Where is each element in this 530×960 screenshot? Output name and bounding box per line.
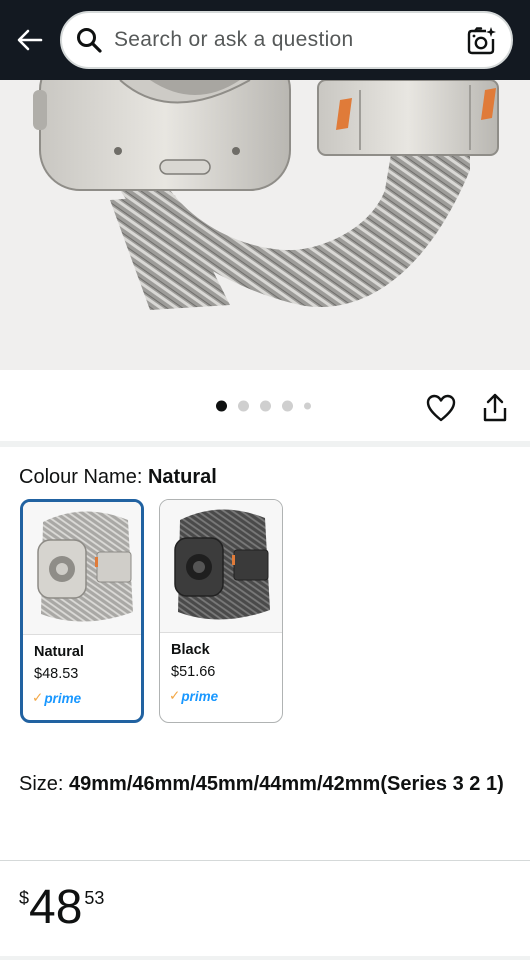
swatch-price: $48.53	[34, 666, 79, 682]
swatch-name: Natural	[34, 644, 84, 660]
image-pager[interactable]	[216, 400, 311, 412]
product-price: $ 48 53	[19, 880, 104, 936]
colour-selected-value: Natural	[147, 466, 217, 488]
colour-name-label: Colour Name: Natural	[19, 466, 217, 489]
pager-dot[interactable]	[282, 400, 293, 412]
camera-sparkle-icon	[467, 27, 496, 55]
price-whole: 48	[29, 881, 83, 934]
share-icon	[483, 393, 507, 422]
pager-dot[interactable]	[238, 400, 249, 412]
prime-label: prime	[44, 690, 82, 706]
prime-check-icon: ✓	[169, 688, 181, 703]
prime-badge: ✓ prime	[169, 688, 218, 704]
back-button[interactable]	[12, 22, 48, 58]
price-currency-symbol: $	[19, 888, 30, 908]
swatch-name: Black	[171, 642, 210, 658]
prime-label: prime	[181, 688, 219, 704]
size-label-text: Size:	[19, 773, 64, 795]
pager-dot[interactable]	[304, 402, 311, 410]
wishlist-button[interactable]	[425, 393, 457, 423]
prime-badge: ✓ prime	[32, 690, 81, 706]
size-selector[interactable]: Size: 49mm/46mm/45mm/44mm/42mm(Series 3 …	[19, 771, 519, 798]
section-divider	[0, 956, 530, 960]
size-selected-value: 49mm/46mm/45mm/44mm/42mm(Series 3 2 1)	[69, 773, 504, 795]
pager-dot[interactable]	[260, 400, 271, 412]
gallery-controls	[0, 370, 530, 442]
colour-option-black[interactable]: Black $51.66 ✓ prime	[159, 499, 283, 723]
arrow-left-icon	[17, 29, 43, 51]
top-navigation-bar	[0, 0, 530, 80]
camera-search-button[interactable]	[465, 25, 497, 57]
heart-icon	[426, 394, 456, 422]
swatch-price: $51.66	[171, 664, 216, 680]
swatch-image	[160, 500, 282, 633]
price-fraction: 53	[84, 888, 105, 908]
search-box[interactable]	[60, 11, 513, 69]
section-divider	[0, 441, 530, 447]
share-button[interactable]	[481, 392, 509, 424]
swatch-image	[23, 502, 141, 635]
colour-label-text: Colour Name:	[19, 466, 143, 488]
prime-check-icon: ✓	[32, 690, 44, 705]
pager-dot[interactable]	[216, 400, 227, 412]
watch-band-image	[33, 80, 499, 310]
search-input[interactable]	[114, 28, 444, 52]
product-image[interactable]	[0, 80, 530, 370]
colour-option-natural[interactable]: Natural $48.53 ✓ prime	[20, 499, 144, 723]
magnifier-icon	[74, 25, 104, 55]
section-divider	[0, 860, 530, 861]
